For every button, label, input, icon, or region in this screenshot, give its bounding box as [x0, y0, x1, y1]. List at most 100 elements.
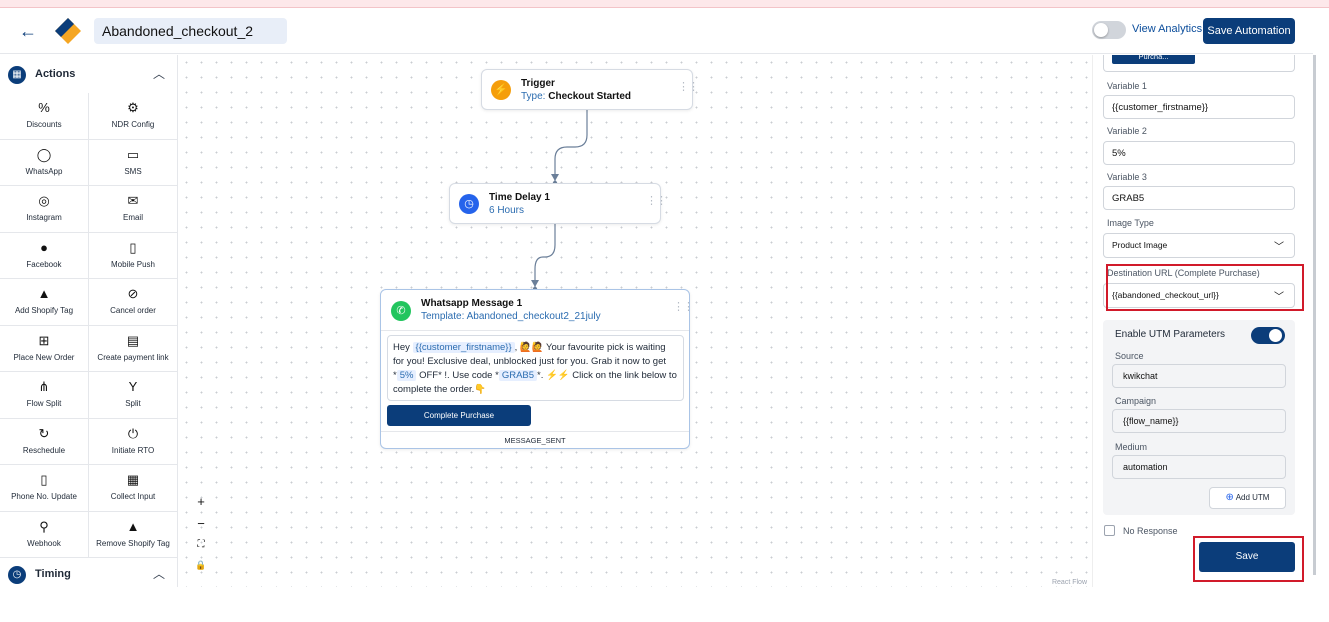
action-reschedule[interactable]: ↻ Reschedule — [0, 418, 89, 465]
drag-handle-icon[interactable]: ⋮⋮ — [678, 82, 699, 93]
flow-name-input[interactable]: Abandoned_checkout_2 — [94, 18, 287, 44]
save-automation-button[interactable]: Save Automation — [1203, 18, 1295, 44]
action-ndr-config[interactable]: ⚙ NDR Config — [89, 93, 177, 140]
enable-utm-toggle[interactable] — [1251, 327, 1285, 344]
action-label: Facebook — [26, 259, 62, 269]
action-icon: ⚲ — [39, 518, 49, 534]
action-cancel-order[interactable]: ⊘ Cancel order — [89, 279, 177, 326]
scrollbar-thumb[interactable] — [1313, 55, 1316, 575]
action-icon: ◎ — [38, 193, 50, 208]
action-collect-input[interactable]: ▦ Collect Input — [89, 465, 177, 512]
whatsapp-title: Whatsapp Message 1 — [421, 298, 523, 309]
action-label: Place New Order — [13, 352, 75, 362]
action-remove-shopify-tag[interactable]: ▲ Remove Shopify Tag — [89, 512, 177, 558]
action-icon: ⊞ — [38, 332, 50, 348]
edge-arrow — [551, 174, 559, 181]
action-create-payment-link[interactable]: ▤ Create payment link — [89, 326, 177, 372]
image-type-select[interactable]: Product Image ﹀ — [1103, 233, 1295, 258]
edge-trigger-delay — [554, 110, 588, 181]
flow-canvas[interactable]: ⚡ Trigger Type: Checkout Started ⋮⋮ ◷ Ti… — [179, 55, 1091, 587]
action-instagram[interactable]: ◎ Instagram — [0, 186, 89, 233]
add-utm-button[interactable]: ⊕ Add UTM — [1209, 487, 1286, 509]
edge-delay-whatsapp — [534, 224, 556, 287]
whatsapp-icon: ✆ — [391, 301, 411, 321]
toggle-knob — [1269, 329, 1282, 342]
view-analytics-toggle[interactable] — [1092, 21, 1126, 39]
action-initiate-rto[interactable]: ⏻ Initiate RTO — [89, 419, 177, 465]
top-strip — [0, 0, 1329, 8]
action-icon: % — [38, 100, 50, 115]
action-split[interactable]: Y Split — [89, 372, 177, 419]
medium-input[interactable]: automation — [1112, 455, 1286, 479]
grid-icon: ▦ — [8, 66, 26, 84]
action-label: Cancel order — [110, 306, 156, 315]
variable-3-label: Variable 3 — [1107, 172, 1147, 182]
action-icon: ▭ — [126, 146, 140, 162]
clock-icon: ◷ — [459, 194, 479, 214]
action-icon: ⋔ — [38, 379, 50, 394]
action-label: Add Shopify Tag — [14, 306, 74, 315]
action-icon: ● — [40, 239, 48, 255]
no-response-checkbox[interactable] — [1104, 525, 1115, 536]
actions-section-header[interactable]: ▦ Actions ︿ — [0, 55, 177, 93]
action-webhook[interactable]: ⚲ Webhook — [0, 511, 89, 558]
complete-purchase-button[interactable]: Complete Purchase — [387, 405, 531, 426]
drag-handle-icon[interactable]: ⋮⋮ — [673, 302, 694, 313]
action-label: NDR Config — [111, 120, 155, 129]
action-label: Remove Shopify Tag — [96, 538, 170, 548]
action-label: Reschedule — [22, 445, 66, 455]
variable-1-input[interactable]: {{customer_firstname}} — [1103, 95, 1295, 119]
whatsapp-message-node[interactable]: ✆ Whatsapp Message 1 Template: Abandoned… — [380, 289, 694, 449]
react-flow-attribution[interactable]: React Flow — [1052, 579, 1087, 586]
action-facebook[interactable]: ● Facebook — [0, 232, 89, 279]
view-analytics-link[interactable]: View Analytics — [1132, 23, 1202, 35]
action-icon: ◯ — [36, 146, 52, 162]
action-label: Create payment link — [97, 352, 169, 362]
timing-section-header[interactable]: ◷ Timing ︿ — [0, 558, 177, 587]
action-label: Webhook — [27, 538, 61, 548]
medium-label: Medium — [1115, 442, 1148, 452]
brand-logo-icon — [55, 18, 81, 44]
delay-title: Time Delay 1 — [489, 192, 550, 203]
action-whatsapp[interactable]: ◯ WhatsApp — [0, 139, 89, 186]
action-sms[interactable]: ▭ SMS — [89, 140, 177, 186]
lock-button[interactable]: 🔒 — [191, 555, 211, 575]
whatsapp-template: Template: Abandoned_checkout2_21july — [421, 311, 601, 322]
action-icon: ▲ — [37, 286, 51, 301]
action-icon: ⏻ — [127, 425, 139, 441]
variable-2-label: Variable 2 — [1107, 126, 1147, 136]
chevron-up-icon[interactable]: ︿ — [153, 565, 165, 582]
no-response-label: No Response — [1123, 526, 1178, 536]
enable-utm-label: Enable UTM Parameters — [1115, 329, 1226, 340]
arrow-left-icon[interactable]: ← — [18, 21, 38, 41]
action-icon: ▯ — [40, 472, 48, 487]
plus-circle-icon: ⊕ — [1225, 492, 1234, 503]
zoom-out-button[interactable]: − — [191, 514, 211, 534]
action-mobile-push[interactable]: ▯ Mobile Push — [89, 233, 177, 279]
action-flow-split[interactable]: ⋔ Flow Split — [0, 372, 89, 419]
campaign-input[interactable]: {{flow_name}} — [1112, 409, 1286, 433]
action-place-new-order[interactable]: ⊞ Place New Order — [0, 325, 89, 372]
chevron-up-icon[interactable]: ︿ — [153, 65, 165, 82]
image-type-label: Image Type — [1107, 218, 1154, 228]
action-phone-no-update[interactable]: ▯ Phone No. Update — [0, 465, 89, 512]
trigger-type: Type: Checkout Started — [521, 91, 632, 102]
action-add-shopify-tag[interactable]: ▲ Add Shopify Tag — [0, 279, 89, 326]
action-icon: ⚙ — [127, 100, 139, 115]
variable-3-input[interactable]: GRAB5 — [1103, 186, 1295, 210]
time-delay-node[interactable]: ◷ Time Delay 1 6 Hours ⋮⋮ — [449, 183, 667, 224]
source-input[interactable]: kwikchat — [1112, 364, 1286, 388]
trigger-title: Trigger — [521, 78, 555, 89]
variable-2-input[interactable]: 5% — [1103, 141, 1295, 165]
drag-handle-icon[interactable]: ⋮⋮ — [646, 196, 667, 207]
trigger-node[interactable]: ⚡ Trigger Type: Checkout Started ⋮⋮ — [481, 69, 699, 110]
action-label: SMS — [124, 166, 142, 176]
zoom-in-button[interactable]: + — [191, 492, 211, 512]
action-label: WhatsApp — [25, 166, 63, 176]
action-discounts[interactable]: % Discounts — [0, 93, 89, 140]
action-email[interactable]: ✉ Email — [89, 186, 177, 233]
action-icon: Y — [128, 379, 138, 394]
action-label: Email — [122, 213, 143, 222]
purchase-button-preview[interactable]: Purcha... — [1112, 55, 1195, 64]
fit-view-button[interactable]: ⛶ — [191, 535, 211, 555]
